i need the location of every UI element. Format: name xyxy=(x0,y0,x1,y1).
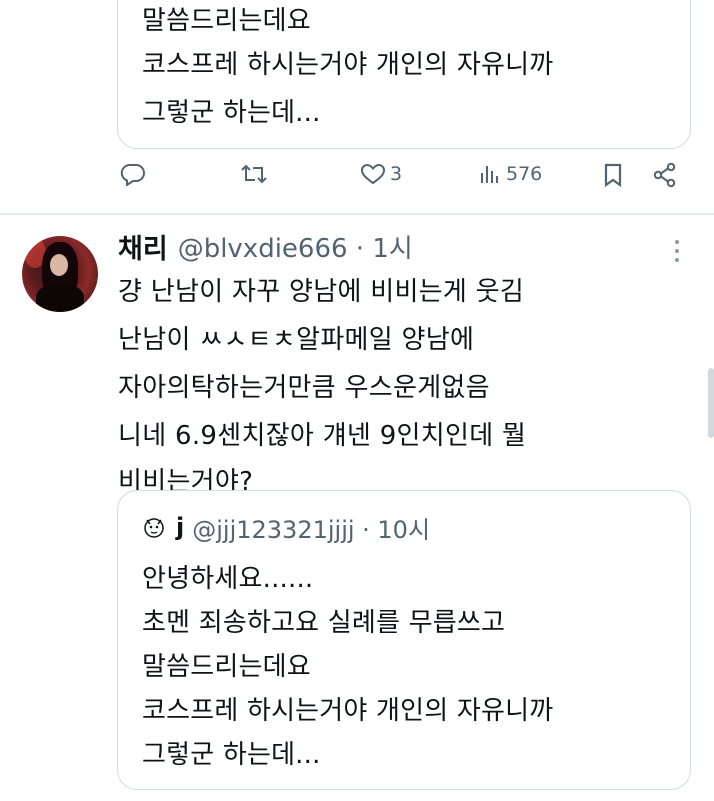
heart-icon xyxy=(360,163,386,185)
tweet-header: 채리 @blvxdie666 · 1시 xyxy=(118,226,413,266)
views-count: 576 xyxy=(506,163,543,185)
quoted-tweet-card[interactable]: j @jjj123321jjjj · 10시 안녕하세요...... 초멘 죄송… xyxy=(117,490,691,790)
quoted-author-handle-time: @jjj123321jjjj · 10시 xyxy=(192,515,431,544)
quoted-tweet-line: 그렇군 하는데... xyxy=(142,98,321,128)
scrollbar[interactable] xyxy=(708,368,714,438)
views-icon xyxy=(481,166,498,183)
reply-button[interactable] xyxy=(120,162,150,186)
views-button[interactable]: 576 xyxy=(478,162,542,186)
quoted-tweet-line: 코스프레 하시는거야 개인의 자유니까 xyxy=(142,696,554,726)
bookmark-button[interactable] xyxy=(602,162,624,188)
tweet-text-line: 자아의탁하는거만큼 우스운게없음 xyxy=(118,373,490,403)
quoted-tweet-card-previous[interactable]: 말씀드리는데요 코스프레 하시는거야 개인의 자유니까 그렇군 하는데... xyxy=(117,0,691,149)
retweet-button[interactable] xyxy=(240,162,272,186)
author-name[interactable]: 채리 xyxy=(118,227,168,266)
share-icon xyxy=(653,162,676,188)
tweet-divider xyxy=(0,213,714,215)
tweet-text-line: 니네 6.9센치잖아 걔넨 9인치인데 뭘 xyxy=(118,421,527,451)
reply-icon xyxy=(120,163,145,186)
share-button[interactable] xyxy=(652,162,678,188)
like-button[interactable]: 3 xyxy=(360,162,402,186)
quoted-tweet-line: 말씀드리는데요 xyxy=(142,6,311,36)
quoted-author-avatar xyxy=(144,518,164,538)
quoted-tweet-line: 초멘 죄송하고요 실례를 무릅쓰고 xyxy=(142,608,506,638)
quoted-author-name: j xyxy=(176,513,185,541)
author-handle-time[interactable]: @blvxdie666 · 1시 xyxy=(178,228,413,265)
quoted-tweet-line: 코스프레 하시는거야 개인의 자유니까 xyxy=(142,50,554,80)
tweet-action-bar: 3 576 xyxy=(0,162,714,206)
quoted-tweet-line: 그렇군 하는데... xyxy=(142,740,321,770)
retweet-icon xyxy=(241,164,267,184)
quoted-tweet-line: 안녕하세요...... xyxy=(142,564,314,594)
tweet-text-line: 걍 난남이 자꾸 양남에 비비는게 웃김 xyxy=(118,277,525,307)
like-count: 3 xyxy=(390,163,403,185)
more-options-icon[interactable] xyxy=(672,240,682,268)
quoted-tweet-line: 말씀드리는데요 xyxy=(142,652,311,682)
bookmark-icon xyxy=(604,163,622,188)
tweet-text-line: 난남이 ㅆㅅㅌㅊ알파메일 양남에 xyxy=(118,325,475,355)
avatar[interactable] xyxy=(22,236,98,312)
quoted-tweet-header: j @jjj123321jjjj · 10시 xyxy=(142,509,430,545)
